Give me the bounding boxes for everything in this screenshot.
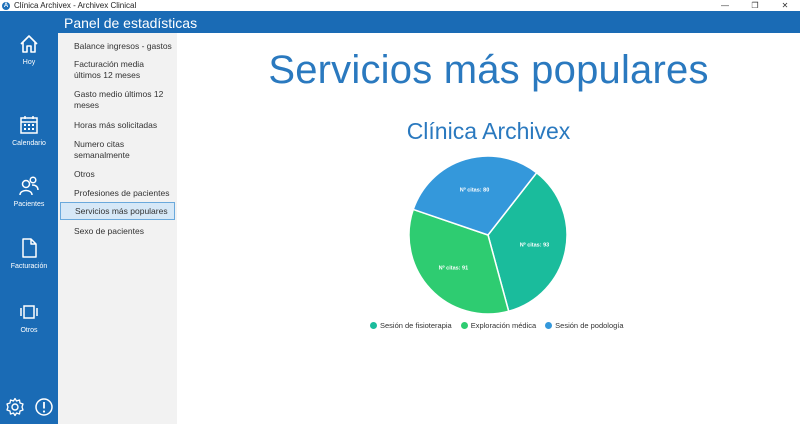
nav-item-pacientes[interactable]: Pacientes (0, 175, 58, 208)
legend-item-fisioterapia[interactable]: Sesión de fisioterapia (370, 321, 452, 330)
nav-label: Pacientes (13, 201, 45, 208)
nav-label: Otros (20, 327, 38, 334)
main-title: Servicios más populares (268, 48, 709, 92)
window-title: Clínica Archivex - Archivex Clinical (14, 1, 137, 10)
home-icon (20, 35, 38, 53)
submenu-item-horas[interactable]: Horas más solicitadas (58, 120, 177, 131)
restore-button[interactable]: ❐ (740, 0, 770, 11)
legend-swatch (545, 322, 553, 329)
nav-bottom-icons (0, 397, 58, 417)
calendar-icon (20, 116, 38, 134)
pie-data-label: Nº citas: 93 (520, 242, 550, 248)
carousel-icon (20, 305, 38, 319)
page-header-title: Panel de estadísticas (64, 15, 198, 31)
patients-icon (19, 176, 39, 196)
legend-swatch (460, 322, 468, 329)
submenu-item-otros[interactable]: Otros (58, 169, 177, 180)
legend-label: Exploración médica (470, 321, 537, 330)
chart-legend: Sesión de fisioterapia Exploración médica… (370, 321, 633, 330)
submenu-item-numero-citas[interactable]: Numero citas semanalmente (58, 139, 177, 161)
app-logo-icon: A (2, 1, 10, 10)
left-nav: Hoy Calendario Pacientes Facturación Otr… (0, 33, 58, 424)
legend-label: Sesión de podología (555, 321, 624, 330)
nav-item-otros[interactable]: Otros (0, 301, 58, 334)
submenu-item-gasto-medio[interactable]: Gasto medio últimos 12 meses (58, 89, 177, 111)
close-button[interactable]: ✕ (770, 0, 800, 11)
chart-title: Clínica Archivex (406, 118, 571, 144)
legend-item-podologia[interactable]: Sesión de podología (545, 321, 624, 330)
gear-icon[interactable] (5, 397, 25, 417)
pie-data-label: Nº citas: 91 (439, 265, 469, 271)
info-icon[interactable] (34, 397, 54, 417)
pie-chart: Nº citas: 93 Nº citas: 91 Nº citas: 80 (408, 155, 568, 315)
submenu-item-balance[interactable]: Balance ingresos - gastos (58, 41, 177, 52)
document-icon (22, 238, 37, 258)
nav-item-facturacion[interactable]: Facturación (0, 237, 58, 270)
legend-swatch (370, 322, 377, 329)
stats-submenu: Balance ingresos - gastos Facturación me… (58, 33, 177, 424)
submenu-item-profesiones[interactable]: Profesiones de pacientes (58, 188, 177, 199)
window-controls: — ❐ ✕ (710, 0, 800, 11)
legend-label: Sesión de fisioterapia (380, 321, 452, 330)
minimize-button[interactable]: — (710, 0, 740, 11)
window-titlebar: A Clínica Archivex - Archivex Clinical —… (0, 0, 800, 11)
submenu-item-sexo[interactable]: Sexo de pacientes (58, 226, 177, 237)
nav-item-hoy[interactable]: Hoy (0, 33, 58, 66)
pie-data-label: Nº citas: 80 (460, 188, 490, 194)
legend-item-exploracion[interactable]: Exploración médica (460, 321, 537, 330)
nav-item-calendario[interactable]: Calendario (0, 114, 58, 147)
nav-label: Calendario (12, 140, 46, 147)
nav-label: Facturación (10, 263, 48, 270)
nav-label: Hoy (22, 59, 36, 66)
submenu-item-servicios[interactable]: Servicios más populares (60, 202, 175, 220)
submenu-item-facturacion-media[interactable]: Facturación media últimos 12 meses (58, 59, 177, 81)
